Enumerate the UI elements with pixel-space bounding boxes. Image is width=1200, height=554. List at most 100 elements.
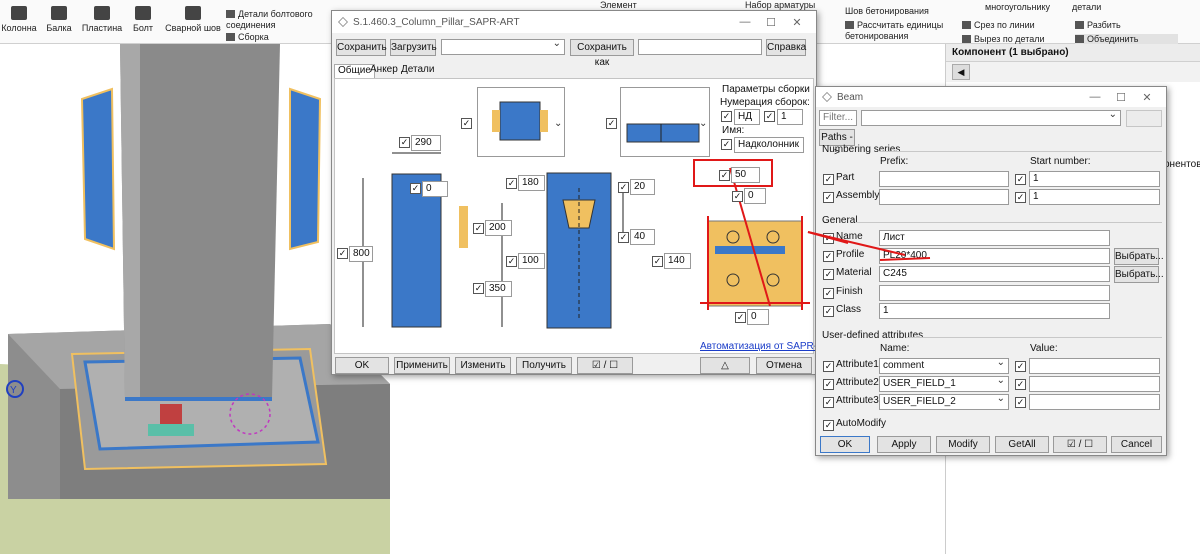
beam-cancel-button[interactable]: Cancel <box>1111 436 1162 453</box>
dim-290-checkbox[interactable]: ✓ <box>399 137 410 148</box>
tab-anchor[interactable]: Анкер <box>367 64 401 78</box>
dim-20-input[interactable]: 20 <box>630 179 655 195</box>
dim-180-checkbox[interactable]: ✓ <box>506 178 517 189</box>
dim-800-checkbox[interactable]: ✓ <box>337 248 348 259</box>
attribute2-checkbox[interactable]: ✓ <box>823 379 834 390</box>
class-checkbox[interactable]: ✓ <box>823 306 834 317</box>
help-button[interactable]: Справка <box>766 39 806 56</box>
filter-input[interactable]: Filter... <box>819 110 857 126</box>
attribute2-value-checkbox[interactable]: ✓ <box>1015 379 1026 390</box>
load-button[interactable]: Загрузить <box>390 39 437 56</box>
attribute1-value-input[interactable] <box>1029 358 1160 374</box>
save-button[interactable]: Сохранить <box>336 39 387 56</box>
tab-details[interactable]: Детали <box>398 64 437 78</box>
dim-350-checkbox[interactable]: ✓ <box>473 283 484 294</box>
name-input[interactable]: Лист <box>879 230 1110 246</box>
details-button[interactable]: детали <box>1072 2 1101 13</box>
maximize-icon[interactable]: ☐ <box>758 16 784 29</box>
calc-concrete-units-button[interactable]: Рассчитать единицы бетонирования <box>845 20 945 42</box>
dim-0b-checkbox[interactable]: ✓ <box>732 191 743 202</box>
beam-modify-button[interactable]: Modify <box>936 436 990 453</box>
save-as-button[interactable]: Сохранить как <box>570 39 634 68</box>
bolt-tool-button[interactable]: Болт <box>130 6 156 40</box>
plate-tool-button[interactable]: Пластина <box>80 6 124 40</box>
profile-input[interactable]: PL20*400 <box>879 248 1110 264</box>
dim-0a-checkbox[interactable]: ✓ <box>410 183 421 194</box>
dim-180-input[interactable]: 180 <box>518 175 545 191</box>
automodify-checkbox[interactable]: ✓ <box>823 420 834 431</box>
line-cut-button[interactable]: Срез по линии <box>962 20 1035 31</box>
attribute3-value-checkbox[interactable]: ✓ <box>1015 397 1026 408</box>
finish-input[interactable] <box>879 285 1110 301</box>
ok-button[interactable]: OK <box>335 357 389 374</box>
dim-140-input[interactable]: 140 <box>664 253 691 269</box>
dim-140-checkbox[interactable]: ✓ <box>652 256 663 267</box>
modify-button[interactable]: Изменить <box>455 357 511 374</box>
name-checkbox[interactable]: ✓ <box>823 233 834 244</box>
save-as-name-input[interactable] <box>638 39 762 55</box>
maximize-icon[interactable]: ☐ <box>1108 91 1134 104</box>
back-arrow-icon[interactable]: ◀ <box>952 64 970 80</box>
finish-checkbox[interactable]: ✓ <box>823 288 834 299</box>
preset-select[interactable] <box>861 110 1121 126</box>
attribute1-value-checkbox[interactable]: ✓ <box>1015 361 1026 372</box>
profile-select-button[interactable]: Выбрать... <box>1114 248 1164 265</box>
dim-0c-input[interactable]: 0 <box>747 309 769 325</box>
dim-200-checkbox[interactable]: ✓ <box>473 223 484 234</box>
attribute3-value-input[interactable] <box>1029 394 1160 410</box>
toggle-all-button[interactable]: ☑ / ☐ <box>577 357 633 374</box>
assembly-prefix-input[interactable] <box>879 189 1009 205</box>
part-start-checkbox[interactable]: ✓ <box>1015 174 1026 185</box>
split-button[interactable]: Разбить <box>1075 20 1121 31</box>
dim-40-input[interactable]: 40 <box>630 229 655 245</box>
part-start-input[interactable]: 1 <box>1029 171 1160 187</box>
dim-200-input[interactable]: 200 <box>485 220 512 236</box>
beam-getall-button[interactable]: GetAll <box>995 436 1049 453</box>
beam-apply-button[interactable]: Apply <box>877 436 931 453</box>
warning-icon[interactable]: △ <box>700 357 750 374</box>
weld-tool-button[interactable]: Сварной шов <box>165 6 221 40</box>
assembly-checkbox[interactable]: ✓ <box>823 192 834 203</box>
attribute3-name-select[interactable]: USER_FIELD_2 <box>879 394 1009 410</box>
close-icon[interactable]: ✕ <box>1134 91 1160 104</box>
assembly-start-input[interactable]: 1 <box>1029 189 1160 205</box>
cancel-button[interactable]: Отмена <box>756 357 812 374</box>
dim-0c-checkbox[interactable]: ✓ <box>735 312 746 323</box>
assembly-start-checkbox[interactable]: ✓ <box>1015 192 1026 203</box>
material-checkbox[interactable]: ✓ <box>823 269 834 280</box>
attribute2-value-input[interactable] <box>1029 376 1160 392</box>
dim-50-checkbox[interactable]: ✓ <box>719 170 730 181</box>
attribute2-name-select[interactable]: USER_FIELD_1 <box>879 376 1009 392</box>
material-select-button[interactable]: Выбрать... <box>1114 266 1164 283</box>
dim-100-checkbox[interactable]: ✓ <box>506 256 517 267</box>
part-prefix-input[interactable] <box>879 171 1009 187</box>
dim-0b-input[interactable]: 0 <box>744 188 766 204</box>
dim-350-input[interactable]: 350 <box>485 281 512 297</box>
dim-290-input[interactable]: 290 <box>411 135 441 151</box>
dim-20-checkbox[interactable]: ✓ <box>618 182 629 193</box>
part-checkbox[interactable]: ✓ <box>823 174 834 185</box>
polygon-cut-button[interactable]: многоугольнику <box>985 2 1050 13</box>
dim-40-checkbox[interactable]: ✓ <box>618 232 629 243</box>
get-button[interactable]: Получить <box>516 357 572 374</box>
profile-checkbox[interactable]: ✓ <box>823 251 834 262</box>
attribute1-checkbox[interactable]: ✓ <box>823 361 834 372</box>
dim-800-input[interactable]: 800 <box>349 246 373 262</box>
concrete-seam-button[interactable]: Шов бетонирования <box>845 6 929 17</box>
minimize-icon[interactable]: — <box>732 16 758 28</box>
material-input[interactable]: C245 <box>879 266 1110 282</box>
dim-50-input[interactable]: 50 <box>731 167 760 183</box>
load-preset-button[interactable] <box>1126 110 1162 127</box>
dim-0a-input[interactable]: 0 <box>422 181 448 197</box>
attribute3-checkbox[interactable]: ✓ <box>823 397 834 408</box>
apply-button[interactable]: Применить <box>394 357 450 374</box>
minimize-icon[interactable]: — <box>1082 91 1108 103</box>
preset-select[interactable] <box>441 39 565 55</box>
assembly-button[interactable]: Сборка <box>226 32 269 43</box>
beam-toggle-button[interactable]: ☑ / ☐ <box>1053 436 1107 453</box>
class-input[interactable]: 1 <box>879 303 1110 319</box>
close-icon[interactable]: ✕ <box>784 16 810 29</box>
dim-100-input[interactable]: 100 <box>518 253 545 269</box>
beam-ok-button[interactable]: OK <box>820 436 870 453</box>
column-tool-button[interactable]: Колонна <box>0 6 38 40</box>
